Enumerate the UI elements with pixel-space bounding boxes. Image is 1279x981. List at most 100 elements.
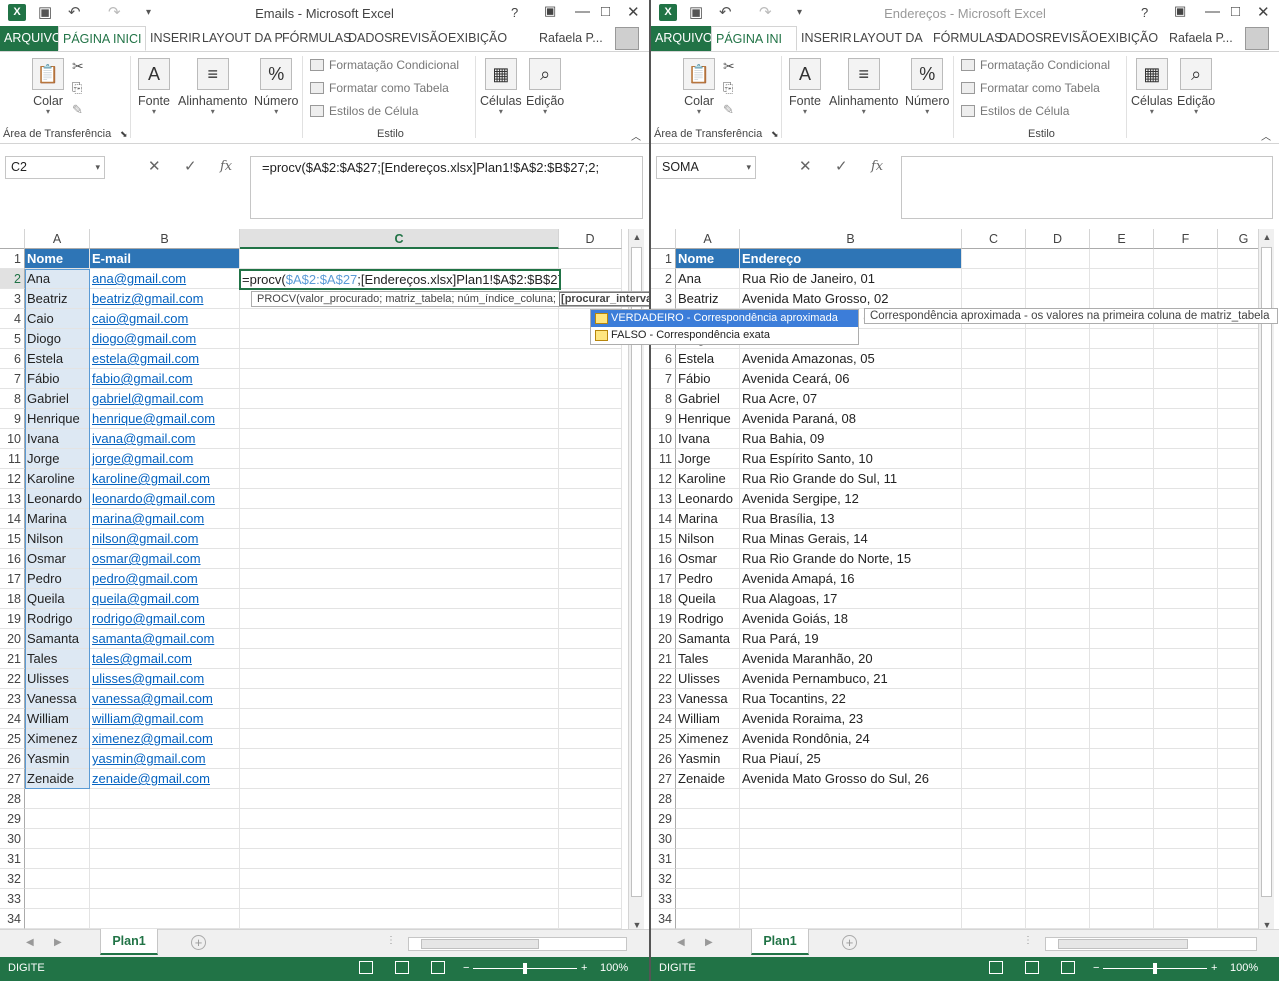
row-header[interactable]: 24 (0, 709, 25, 729)
number-button[interactable]: % Número ▾ (905, 58, 949, 116)
conditional-formatting-button[interactable]: Formatação Condicional (961, 58, 1110, 72)
row-header[interactable]: 31 (651, 849, 676, 869)
name-cell[interactable]: Beatriz (676, 289, 740, 309)
cell[interactable] (240, 469, 559, 489)
tab-5[interactable]: DADOS (995, 26, 1043, 51)
cell[interactable] (90, 889, 240, 909)
cell[interactable] (559, 769, 622, 789)
column-header-C[interactable]: C (962, 229, 1026, 249)
address-cell[interactable]: Rua Rio de Janeiro, 01 (740, 269, 962, 289)
row-header[interactable]: 25 (0, 729, 25, 749)
cell[interactable] (240, 349, 559, 369)
cell[interactable] (240, 249, 559, 269)
cell[interactable] (90, 829, 240, 849)
cell[interactable] (240, 389, 559, 409)
cell[interactable] (1154, 469, 1218, 489)
enter-icon[interactable]: ✓ (184, 157, 197, 175)
cell[interactable] (962, 769, 1026, 789)
cell[interactable] (559, 369, 622, 389)
cell[interactable] (962, 729, 1026, 749)
cell[interactable] (962, 389, 1026, 409)
cell[interactable] (1090, 889, 1154, 909)
cell[interactable] (1090, 389, 1154, 409)
email-cell[interactable]: nilson@gmail.com (90, 529, 240, 549)
address-cell[interactable]: Avenida Amazonas, 05 (740, 349, 962, 369)
column-header-A[interactable]: A (676, 229, 740, 249)
cell[interactable] (1090, 569, 1154, 589)
cell[interactable] (1090, 509, 1154, 529)
cell[interactable] (1154, 409, 1218, 429)
cell[interactable] (1154, 569, 1218, 589)
row-header[interactable]: 5 (0, 329, 25, 349)
email-cell[interactable]: ximenez@gmail.com (90, 729, 240, 749)
paste-button[interactable]: 📋 Colar ▾ (683, 58, 715, 116)
cell[interactable] (1154, 849, 1218, 869)
cell[interactable] (962, 369, 1026, 389)
maximize-icon[interactable]: □ (1231, 3, 1240, 20)
cell[interactable] (1090, 589, 1154, 609)
zoom-percent[interactable]: 100% (600, 962, 628, 974)
email-cell[interactable]: ana@gmail.com (90, 269, 240, 289)
cell[interactable] (1154, 869, 1218, 889)
collapse-ribbon-icon[interactable]: ︿ (1261, 128, 1271, 143)
cell[interactable] (676, 869, 740, 889)
name-cell[interactable]: Marina (676, 509, 740, 529)
address-cell[interactable]: Avenida Paraná, 08 (740, 409, 962, 429)
cell[interactable] (90, 869, 240, 889)
cell[interactable] (240, 669, 559, 689)
cell[interactable] (1090, 409, 1154, 429)
cell[interactable] (1026, 869, 1090, 889)
tab-7[interactable]: EXIBIÇÃO (1095, 26, 1158, 51)
email-cell[interactable]: samanta@gmail.com (90, 629, 240, 649)
vertical-scrollbar[interactable]: ▲ ▼ (1258, 229, 1274, 933)
cut-icon[interactable]: ✂ (723, 58, 735, 75)
cell[interactable] (962, 289, 1026, 309)
font-button[interactable]: A Fonte ▾ (789, 58, 821, 116)
alignment-button[interactable]: ≡ Alinhamento ▾ (829, 58, 899, 116)
cell[interactable] (559, 269, 622, 289)
row-header[interactable]: 32 (0, 869, 25, 889)
tab-3[interactable]: LAYOUT DA P (198, 26, 283, 51)
cell[interactable] (559, 589, 622, 609)
cell[interactable] (962, 409, 1026, 429)
cell[interactable] (559, 469, 622, 489)
row-header[interactable]: 7 (651, 369, 676, 389)
name-cell[interactable]: Jorge (676, 449, 740, 469)
cell[interactable] (962, 629, 1026, 649)
name-box-dropdown-icon[interactable]: ▾ (95, 157, 100, 178)
zoom-slider-knob[interactable] (1153, 963, 1157, 974)
copy-icon[interactable]: ⎘ (72, 80, 82, 96)
cell[interactable] (240, 809, 559, 829)
cell[interactable] (1026, 249, 1090, 269)
format-as-table-button[interactable]: Formatar como Tabela (310, 81, 449, 95)
row-header[interactable]: 19 (0, 609, 25, 629)
normal-view-icon[interactable] (989, 961, 1003, 974)
zoom-out-icon[interactable]: − (463, 962, 469, 974)
cell[interactable] (1154, 629, 1218, 649)
cell[interactable] (1154, 769, 1218, 789)
address-cell[interactable]: Avenida Mato Grosso do Sul, 26 (740, 769, 962, 789)
cell[interactable] (240, 549, 559, 569)
email-cell[interactable]: queila@gmail.com (90, 589, 240, 609)
row-header[interactable]: 1 (0, 249, 25, 269)
cell[interactable] (90, 909, 240, 929)
cell[interactable] (1026, 569, 1090, 589)
cell[interactable] (1090, 529, 1154, 549)
cell[interactable] (240, 769, 559, 789)
row-header[interactable]: 16 (651, 549, 676, 569)
cell[interactable] (1154, 889, 1218, 909)
cell[interactable] (740, 789, 962, 809)
row-header[interactable]: 13 (0, 489, 25, 509)
cell[interactable] (1026, 469, 1090, 489)
cell[interactable] (1154, 829, 1218, 849)
cells-button[interactable]: ▦ Células ▾ (480, 58, 522, 116)
formula-input[interactable] (901, 156, 1273, 219)
column-header-C[interactable]: C (240, 229, 559, 249)
cell[interactable] (1154, 649, 1218, 669)
cell[interactable] (1154, 789, 1218, 809)
row-header[interactable]: 14 (0, 509, 25, 529)
cell[interactable] (559, 689, 622, 709)
cell[interactable] (559, 389, 622, 409)
column-header-B[interactable]: B (740, 229, 962, 249)
cell[interactable] (962, 709, 1026, 729)
